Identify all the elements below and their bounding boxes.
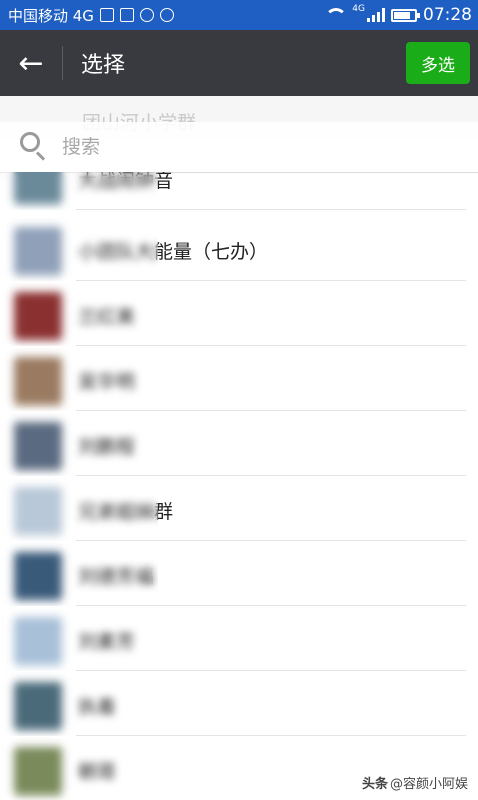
watermark: 头条 @容颜小阿娱 — [362, 773, 468, 792]
page-title: 选择 — [81, 53, 126, 78]
emoji-icon — [139, 8, 154, 22]
list-item[interactable]: 刘德芳福 — [0, 542, 478, 606]
list-item[interactable]: 执着 — [0, 672, 478, 736]
back-arrow-icon[interactable]: ← — [0, 30, 62, 96]
action-bar: ← 选择 多选 — [0, 30, 478, 96]
carrier-label: 中国移动 4G — [8, 6, 94, 25]
status-bar: 中国移动 4G 4G 07:28 — [0, 0, 478, 30]
multi-select-button[interactable]: 多选 — [406, 42, 470, 84]
signal-icon — [367, 8, 385, 22]
divider — [62, 46, 63, 80]
list-item[interactable]: 吴华明 — [0, 347, 478, 411]
search-bar[interactable] — [0, 122, 478, 173]
list-item[interactable]: 大战闹钟音 — [0, 172, 478, 210]
contact-list: 大战闹钟音 小团队大能量（七办） 兰红美 吴华明 刘鹏程 兄弟姐妹群 刘德芳福 — [0, 172, 478, 800]
watermark-prefix: 头条 — [361, 777, 388, 792]
battery-icon — [391, 8, 420, 22]
search-icon — [20, 132, 50, 162]
list-item[interactable]: 刘素芳 — [0, 607, 478, 671]
alert-icon — [99, 8, 114, 22]
coin-icon — [159, 8, 174, 22]
wifi-icon — [328, 8, 347, 22]
list-item[interactable]: 兄弟姐妹群 — [0, 477, 478, 541]
image-icon — [119, 8, 134, 22]
list-item[interactable]: 刘鹏程 — [0, 412, 478, 476]
network-badge: 4G — [352, 4, 365, 14]
list-item[interactable]: 小团队大能量（七办） — [0, 217, 478, 281]
watermark-handle: @容颜小阿娱 — [389, 777, 468, 792]
search-input[interactable] — [60, 135, 364, 159]
clock: 07:28 — [423, 5, 472, 25]
list-item[interactable]: 兰红美 — [0, 282, 478, 346]
